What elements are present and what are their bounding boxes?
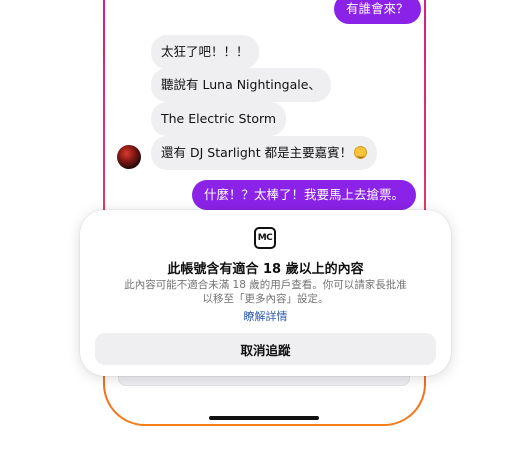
sheet-description-line: 此內容可能不適合未滿 18 歲的用戶查看。你可以請家長批准 bbox=[124, 279, 407, 291]
message-text: 有誰會來？ bbox=[346, 1, 409, 16]
message-text: 還有 DJ Starlight 都是主要嘉賓！ bbox=[161, 145, 353, 160]
unfollow-button[interactable]: 取消追蹤 bbox=[95, 333, 436, 365]
message-text: The Electric Storm bbox=[161, 111, 277, 126]
message-text: 聽說有 Luna Nightingale、 bbox=[161, 77, 321, 92]
avatar[interactable] bbox=[117, 145, 141, 169]
sheet-description: 此內容可能不適合未滿 18 歲的用戶查看。你可以請家長批准 以移至「更多內容」設… bbox=[100, 278, 431, 306]
sheet-title: 此帳號含有適合 18 歲以上的內容 bbox=[167, 262, 364, 277]
mature-content-icon: MC bbox=[254, 227, 276, 249]
sheet-description-line: 以移至「更多內容」設定。 bbox=[202, 293, 329, 305]
incoming-message[interactable]: The Electric Storm bbox=[151, 102, 287, 136]
message-text: 什麼！？太棒了！我要馬上去搶票。 bbox=[204, 187, 405, 202]
home-indicator bbox=[209, 416, 319, 420]
learn-more-link[interactable]: 瞭解詳情 bbox=[80, 308, 451, 324]
message-text: 太狂了吧！！！ bbox=[161, 44, 249, 59]
incoming-message[interactable]: 還有 DJ Starlight 都是主要嘉賓！ bbox=[151, 136, 378, 170]
incoming-message[interactable]: 聽說有 Luna Nightingale、 bbox=[151, 68, 331, 102]
mature-content-sheet: MC 此帳號含有適合 18 歲以上的內容 此內容可能不適合未滿 18 歲的用戶查… bbox=[80, 210, 451, 376]
outgoing-message[interactable]: 什麼！？太棒了！我要馬上去搶票。 bbox=[192, 180, 417, 210]
outgoing-message[interactable]: 有誰會來？ bbox=[334, 0, 421, 24]
incoming-message[interactable]: 太狂了吧！！！ bbox=[151, 35, 259, 69]
star-struck-emoji-icon bbox=[354, 146, 368, 159]
